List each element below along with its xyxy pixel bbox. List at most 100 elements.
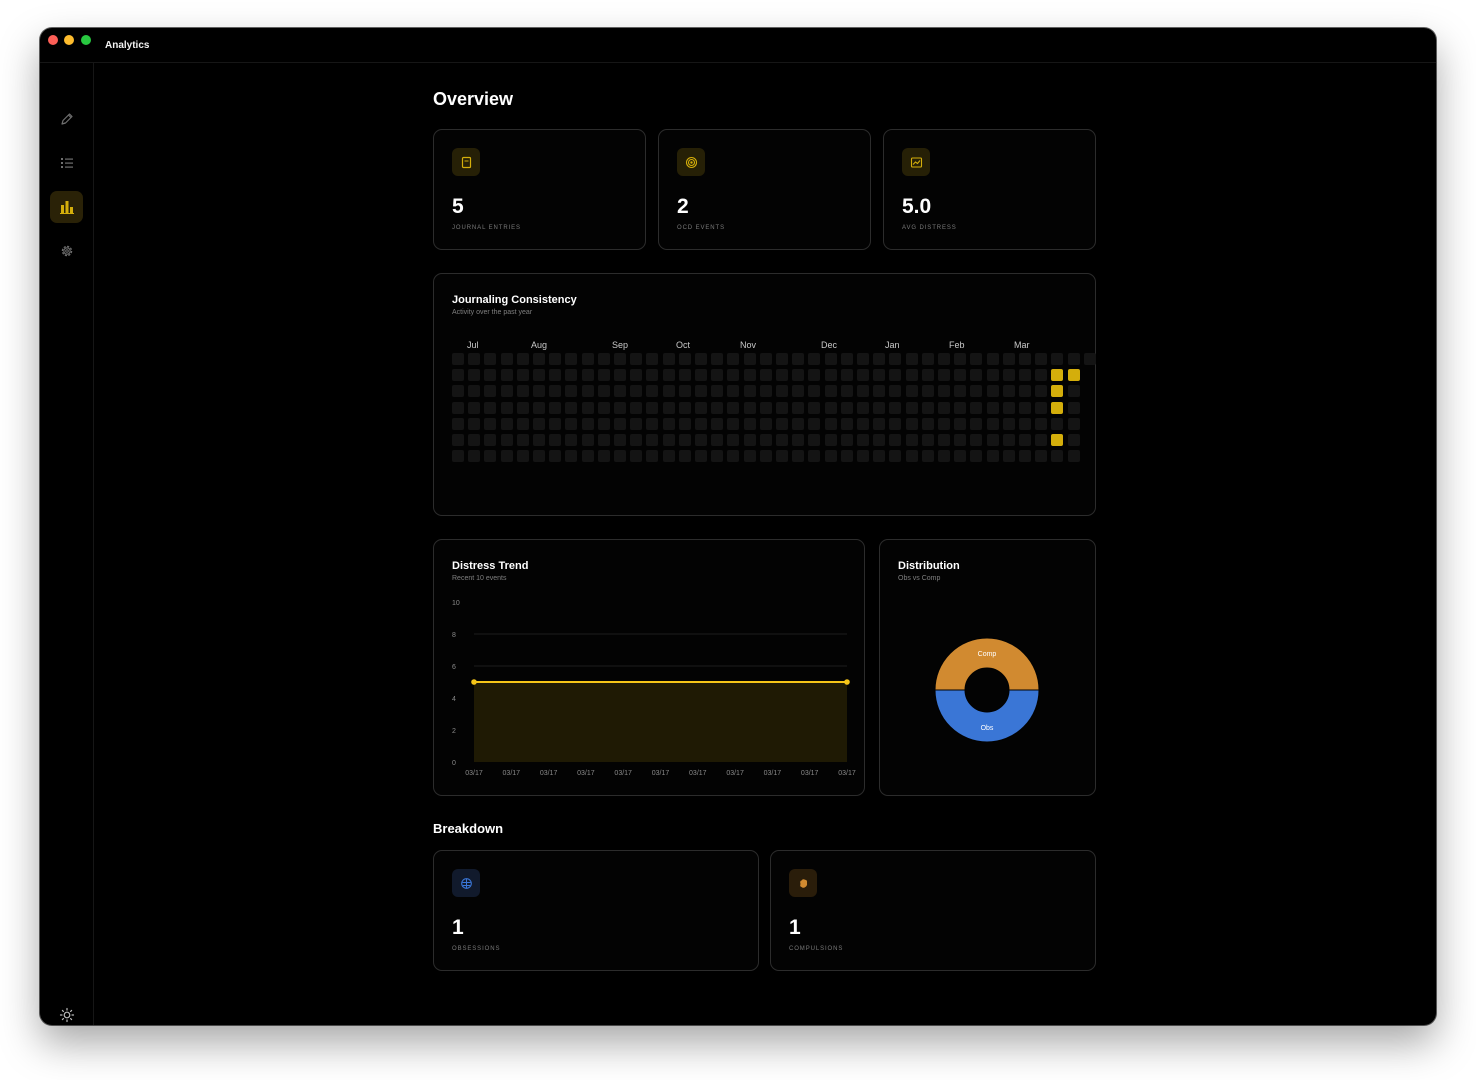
heatmap-cell <box>614 401 626 414</box>
x-tick-label: 03/17 <box>614 770 632 777</box>
heatmap-cell <box>614 417 626 430</box>
heatmap-cell <box>516 434 529 446</box>
x-tick-label: 03/17 <box>838 770 856 777</box>
heatmap-cell <box>1051 450 1064 463</box>
trend-point <box>844 679 850 685</box>
trend-point <box>471 679 477 685</box>
minimize-window-button[interactable] <box>64 35 74 45</box>
heatmap-cell <box>857 417 869 430</box>
heatmap-cell <box>857 385 869 398</box>
heatmap-cell <box>630 417 643 430</box>
zoom-window-button[interactable] <box>81 35 91 45</box>
heatmap-cell <box>970 401 983 414</box>
heatmap-cell <box>889 353 902 365</box>
sidebar-item-journal[interactable] <box>50 103 83 135</box>
y-tick-label: 10 <box>452 600 460 607</box>
heatmap-cell <box>468 369 481 382</box>
heatmap-cell <box>468 353 481 365</box>
donut-slice-comp[interactable] <box>934 637 1040 691</box>
stat-label: COMPULSIONS <box>789 946 844 952</box>
month-label: Dec <box>821 340 838 350</box>
heatmap-cell <box>500 417 513 430</box>
heatmap-cell <box>1002 401 1015 414</box>
heatmap-cell <box>678 401 691 414</box>
heatmap-cell <box>905 417 918 430</box>
heatmap-cell <box>484 434 497 446</box>
heatmap-cell <box>759 385 772 398</box>
sidebar-item-entries[interactable] <box>50 147 83 179</box>
heatmap-cell <box>533 385 545 398</box>
heatmap-cell <box>743 434 756 446</box>
donut-slice-label: Comp <box>978 651 997 658</box>
heatmap-cell <box>970 417 983 430</box>
heatmap-cell <box>776 417 788 430</box>
heatmap-cell <box>646 417 659 430</box>
month-label: Sep <box>612 340 629 350</box>
theme-toggle-button[interactable] <box>50 999 83 1025</box>
heatmap-cell <box>986 450 999 463</box>
heatmap-cell <box>630 401 643 414</box>
heatmap-cell <box>516 401 529 414</box>
heatmap-cell <box>468 417 481 430</box>
heatmap-cell <box>581 401 594 414</box>
heatmap-cell <box>500 353 513 365</box>
heatmap-cell <box>711 369 724 382</box>
heatmap-cell <box>678 434 691 446</box>
sidebar-item-settings[interactable] <box>50 235 83 267</box>
heatmap-cell <box>873 353 886 365</box>
heatmap-cell <box>452 369 464 382</box>
heatmap-cell <box>597 417 610 430</box>
month-label: Feb <box>949 340 965 350</box>
close-window-button[interactable] <box>48 35 58 45</box>
heatmap-cell <box>662 434 675 446</box>
stat-card-avg-distress: 5.0 AVG DISTRESS <box>883 129 1096 250</box>
heatmap-cell <box>678 353 691 365</box>
heatmap-cell <box>662 401 675 414</box>
heatmap-cell <box>1002 434 1015 446</box>
donut-slice-obs[interactable] <box>934 689 1040 743</box>
heatmap-cell <box>452 450 464 463</box>
heatmap-cell <box>614 369 626 382</box>
heatmap-cell <box>1002 385 1015 398</box>
heatmap-cell <box>581 369 594 382</box>
heatmap-cell <box>630 434 643 446</box>
heatmap-cell <box>824 369 837 382</box>
heatmap-cell <box>533 401 545 414</box>
heatmap-cell <box>565 353 578 365</box>
heatmap-cell <box>938 385 950 398</box>
heatmap-cell <box>727 385 740 398</box>
heatmap-cell <box>889 385 902 398</box>
sidebar <box>40 63 94 1025</box>
pen-icon <box>60 113 73 125</box>
heatmap-cell <box>954 385 967 398</box>
heatmap-cell <box>840 369 853 382</box>
heatmap-cell <box>857 353 869 365</box>
heatmap-cell <box>695 353 707 365</box>
heatmap-cell <box>905 353 918 365</box>
heatmap-cell <box>921 434 934 446</box>
heatmap-cell <box>873 369 886 382</box>
heatmap-cell <box>808 434 821 446</box>
heatmap-cell <box>986 401 999 414</box>
heatmap-cell <box>727 353 740 365</box>
heatmap-cell <box>533 434 545 446</box>
sidebar-item-analytics[interactable] <box>50 191 83 223</box>
heatmap-cell <box>630 369 643 382</box>
heatmap-cell <box>905 450 918 463</box>
heatmap-cell <box>921 353 934 365</box>
heatmap-cell <box>695 385 707 398</box>
heatmap-cell <box>873 450 886 463</box>
heatmap-cell <box>808 369 821 382</box>
heatmap-cell <box>759 450 772 463</box>
trend-chart-icon <box>902 148 930 176</box>
heatmap-cell <box>792 450 805 463</box>
heatmap-cell <box>452 385 464 398</box>
heatmap-cell <box>468 401 481 414</box>
heatmap-cell <box>840 417 853 430</box>
heatmap-cell <box>824 450 837 463</box>
heatmap-cell <box>549 385 562 398</box>
stat-value: 1 <box>789 916 801 939</box>
heatmap-cell <box>597 369 610 382</box>
heatmap-cell <box>533 353 545 365</box>
main-content: Overview 5 JOURNAL ENTRIES 2 OCD EVENTS … <box>94 63 1436 1025</box>
